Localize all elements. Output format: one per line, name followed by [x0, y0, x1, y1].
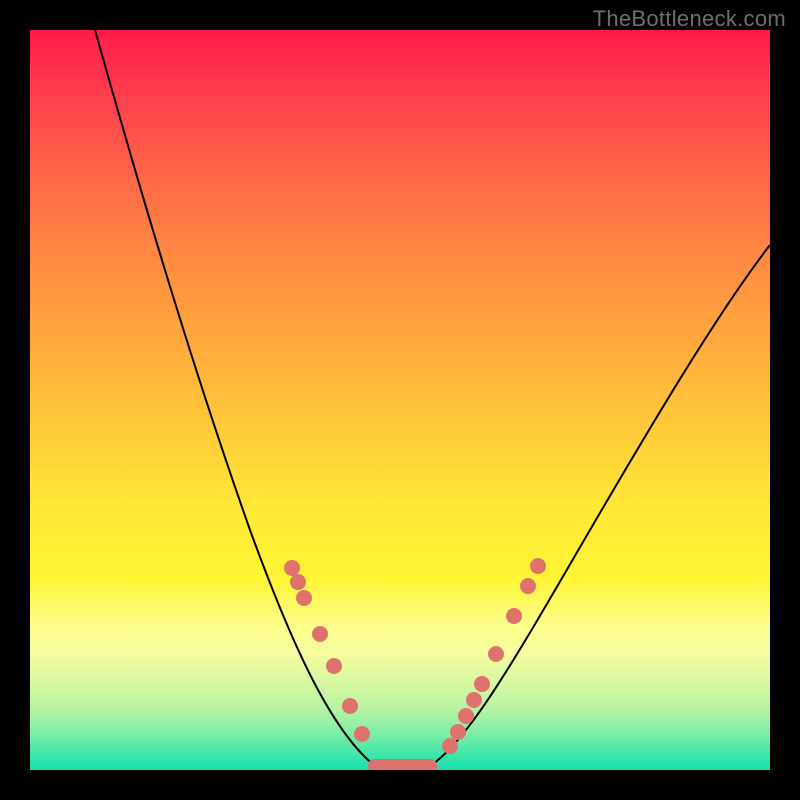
chart-frame: TheBottleneck.com	[0, 0, 800, 800]
marker-dot	[458, 708, 474, 724]
plot-area	[30, 30, 770, 770]
bottleneck-curve	[95, 30, 770, 766]
marker-dot	[474, 676, 490, 692]
marker-dot	[296, 590, 312, 606]
marker-dot	[284, 560, 300, 576]
marker-dot	[354, 726, 370, 742]
curve-svg	[30, 30, 770, 770]
marker-dot	[520, 578, 536, 594]
marker-dot	[312, 626, 328, 642]
marker-dot	[290, 574, 306, 590]
marker-dot	[342, 698, 358, 714]
marker-dot	[530, 558, 546, 574]
marker-dot	[450, 724, 466, 740]
marker-dot	[326, 658, 342, 674]
marker-dot	[466, 692, 482, 708]
marker-dot	[506, 608, 522, 624]
marker-dot	[488, 646, 504, 662]
watermark-text: TheBottleneck.com	[593, 6, 786, 32]
marker-dot	[442, 738, 458, 754]
